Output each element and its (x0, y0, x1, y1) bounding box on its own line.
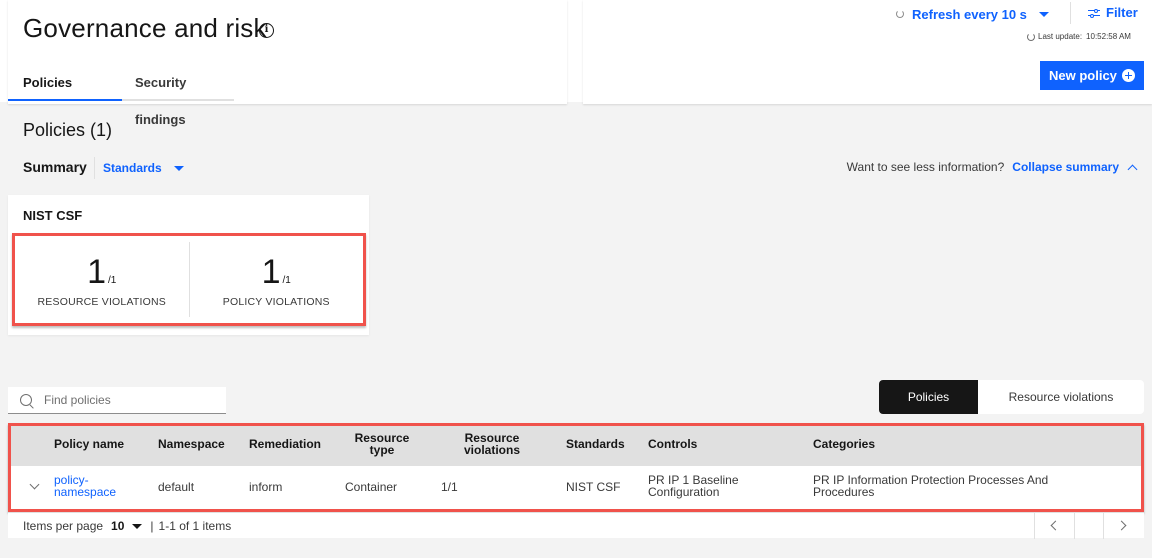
collapse-summary-row: Want to see less information? Collapse s… (846, 160, 1138, 174)
items-per-page-label: Items per page (23, 519, 104, 533)
stat-label: POLICY VIOLATIONS (222, 296, 330, 308)
column-header-namespace[interactable]: Namespace (158, 438, 225, 450)
spinner-icon (1027, 32, 1035, 41)
next-page-button[interactable] (1103, 513, 1144, 539)
chevron-left-icon (1050, 520, 1061, 531)
violation-stats: 1/1 RESOURCE VIOLATIONS 1/1 POLICY VIOLA… (12, 233, 366, 326)
info-icon[interactable]: i (259, 23, 274, 38)
stat-value: 1 (87, 253, 107, 291)
column-header-standards[interactable]: Standards (566, 438, 625, 450)
column-header-resource-violations[interactable]: Resource violations (457, 432, 527, 456)
column-header-categories[interactable]: Categories (813, 438, 875, 450)
policy-name-link[interactable]: policy-namespace (54, 474, 134, 498)
new-policy-button[interactable]: New policy (1040, 61, 1144, 90)
column-header-resource-type[interactable]: Resource type (347, 432, 417, 456)
caret-down-icon[interactable] (132, 523, 143, 529)
collapse-question: Want to see less information? (846, 160, 1005, 174)
spinner-icon (896, 10, 904, 18)
filter-button[interactable]: Filter (1088, 5, 1138, 20)
cell-remediation: inform (249, 480, 283, 494)
tab-security-findings[interactable]: Security findings (122, 64, 234, 127)
column-header-remediation[interactable]: Remediation (249, 438, 321, 450)
summary-type-dropdown[interactable]: Standards (103, 161, 184, 175)
card-title: NIST CSF (23, 208, 83, 223)
cell-resource-violations: 1/1 (441, 480, 458, 494)
last-update-label: Last update: (1038, 32, 1083, 41)
items-range: 1-1 of 1 items (158, 519, 232, 533)
policy-violations-stat[interactable]: 1/1 POLICY VIOLATIONS (188, 242, 364, 317)
page-number-select[interactable] (1074, 513, 1103, 539)
caret-down-icon (1038, 11, 1049, 17)
search-box (8, 387, 226, 414)
search-icon (20, 394, 32, 406)
table-row[interactable]: policy-namespace default inform Containe… (11, 466, 1141, 509)
policies-count-heading: Policies (1) (23, 120, 113, 140)
column-header-controls[interactable]: Controls (648, 438, 697, 450)
cell-namespace: default (158, 480, 195, 494)
collapse-summary-link[interactable]: Collapse summary (1012, 160, 1119, 174)
pagination-separator: | (150, 519, 154, 533)
chevron-down-icon[interactable] (29, 479, 40, 490)
summary-type-value: Standards (103, 161, 162, 175)
tab-policies[interactable]: Policies (8, 64, 122, 101)
toggle-resource-violations[interactable]: Resource violations (978, 380, 1144, 414)
stat-total: /1 (282, 275, 291, 286)
policies-table: Policy name Namespace Remediation Resour… (8, 423, 1144, 512)
plus-circle-icon (1122, 69, 1135, 82)
pagination: Items per page 10 | 1-1 of 1 items (8, 512, 1144, 539)
standard-summary-card: NIST CSF 1/1 RESOURCE VIOLATIONS 1/1 POL… (8, 195, 369, 335)
cell-controls: PR IP 1 Baseline Configuration (648, 473, 739, 499)
cell-standards: NIST CSF (566, 480, 621, 494)
refresh-interval-dropdown[interactable]: Refresh every 10 s (896, 5, 1049, 23)
summary-divider (94, 157, 95, 179)
page-title: Governance and risk (23, 13, 267, 43)
column-header-policy-name[interactable]: Policy name (54, 438, 124, 450)
page-header: Governance and risk i Policies Security … (0, 0, 1152, 127)
stat-value: 1 (261, 253, 281, 291)
sliders-icon (1088, 7, 1100, 18)
last-update: Last update: 10:52:58 AM (1027, 32, 1131, 41)
previous-page-button[interactable] (1034, 513, 1074, 539)
tab-list: Policies Security findings (8, 64, 234, 127)
items-per-page-select[interactable]: 10 (111, 519, 124, 533)
header-divider (1070, 2, 1071, 24)
search-input[interactable] (44, 393, 214, 407)
view-toggle: Policies Resource violations (879, 380, 1144, 414)
cell-categories: PR IP Information Protection Processes A… (813, 473, 1049, 499)
last-update-time: 10:52:58 AM (1086, 32, 1131, 41)
resource-violations-stat[interactable]: 1/1 RESOURCE VIOLATIONS (15, 236, 189, 323)
toggle-policies[interactable]: Policies (879, 380, 978, 414)
chevron-right-icon (1116, 520, 1127, 531)
filter-label: Filter (1106, 5, 1138, 20)
new-policy-label: New policy (1049, 68, 1117, 83)
cell-resource-type: Container (345, 480, 398, 494)
refresh-label: Refresh every 10 s (912, 6, 1027, 22)
table-header: Policy name Namespace Remediation Resour… (11, 426, 1141, 466)
stat-label: RESOURCE VIOLATIONS (37, 296, 166, 308)
chevron-up-icon[interactable] (1127, 164, 1138, 174)
summary-label: Summary (23, 159, 87, 175)
caret-down-icon (173, 165, 184, 171)
stat-total: /1 (108, 275, 117, 286)
